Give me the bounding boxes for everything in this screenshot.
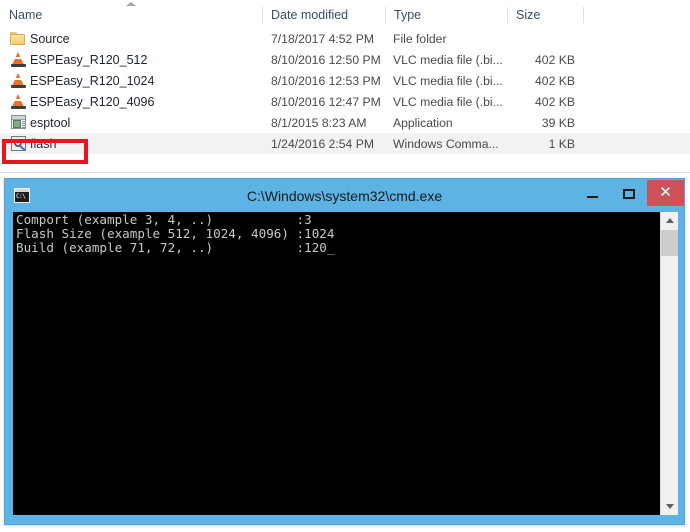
file-date-modified: 1/24/2016 2:54 PM [271,137,374,151]
table-row[interactable]: esptool 8/1/2015 8:23 AM Application 39 … [0,112,690,133]
cmd-title-bar[interactable]: C:\ C:\Windows\system32\cmd.exe ✕ [5,179,684,212]
file-size: 402 KB [535,53,575,67]
file-date-modified: 8/1/2015 8:23 AM [271,116,367,130]
file-name: ESPEasy_R120_4096 [30,95,155,109]
cmd-window: C:\ C:\Windows\system32\cmd.exe ✕ Compor… [4,178,685,525]
divider [0,172,690,173]
column-header-size[interactable]: Size [507,0,583,28]
file-type: VLC media file (.bi... [393,53,503,67]
file-name: ESPEasy_R120_512 [30,53,148,67]
vlc-cone-icon [10,93,27,110]
file-size: 402 KB [535,74,575,88]
file-size [495,28,575,49]
file-date-modified: 8/10/2016 12:50 PM [271,53,381,67]
column-header-row: Name Date modified Type Size [0,0,690,28]
file-size: 1 KB [548,137,575,151]
application-exe-icon [10,114,27,131]
column-divider[interactable] [583,7,584,23]
file-date-modified: 7/18/2017 4:52 PM [271,32,374,46]
folder-icon [10,30,27,47]
file-type: VLC media file (.bi... [393,74,503,88]
column-header-type[interactable]: Type [385,0,507,28]
console-scrollbar[interactable] [660,212,678,515]
file-date-modified: 8/10/2016 12:53 PM [271,74,381,88]
scroll-down-arrow-icon[interactable] [661,498,678,515]
file-explorer-pane: Name Date modified Type Size Source 7/18… [0,0,690,174]
column-divider[interactable] [262,7,263,23]
red-highlight-annotation [2,139,88,164]
close-icon: ✕ [659,184,672,201]
file-name: Source [30,32,70,46]
file-type: Windows Comma... [393,137,499,151]
vlc-cone-icon [10,51,27,68]
maximize-icon [623,189,635,199]
file-size: 39 KB [541,116,575,130]
file-type: File folder [393,32,447,46]
table-row[interactable]: ESPEasy_R120_512 8/10/2016 12:50 PM VLC … [0,49,690,70]
sort-ascending-arrow-icon [126,2,136,6]
table-row[interactable]: ESPEasy_R120_4096 8/10/2016 12:47 PM VLC… [0,91,690,112]
maximize-button[interactable] [611,181,647,206]
table-row[interactable]: ESPEasy_R120_1024 8/10/2016 12:53 PM VLC… [0,70,690,91]
file-date-modified: 8/10/2016 12:47 PM [271,95,381,109]
scrollbar-thumb[interactable] [661,230,678,256]
minimize-icon [587,196,598,198]
scroll-up-arrow-icon[interactable] [661,212,678,229]
minimize-button[interactable] [575,181,611,206]
vlc-cone-icon [10,72,27,89]
column-divider[interactable] [385,7,386,23]
column-divider[interactable] [507,7,508,23]
file-size: 402 KB [535,95,575,109]
close-button[interactable]: ✕ [647,180,684,206]
console-output-area[interactable]: Comport (example 3, 4, ..) :3 Flash Size… [13,212,660,515]
file-name: esptool [30,116,71,130]
file-type: VLC media file (.bi... [393,95,503,109]
file-name: ESPEasy_R120_1024 [30,74,155,88]
table-row[interactable]: Source 7/18/2017 4:52 PM File folder [0,28,690,49]
column-header-date-modified[interactable]: Date modified [262,0,385,28]
file-list: Source 7/18/2017 4:52 PM File folder ESP… [0,28,690,154]
table-row[interactable]: flash 1/24/2016 2:54 PM Windows Comma...… [0,133,690,154]
console-text: Comport (example 3, 4, ..) :3 Flash Size… [16,212,335,256]
file-type: Application [393,116,453,130]
